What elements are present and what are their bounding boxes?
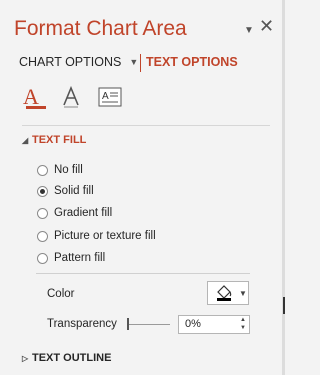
spin-down-icon[interactable]: ▼ bbox=[240, 325, 246, 332]
radio-label: Solid fill bbox=[54, 185, 94, 197]
divider bbox=[36, 273, 250, 274]
radio-pattern-fill[interactable]: Pattern fill bbox=[37, 250, 105, 266]
color-picker-button[interactable]: ▼ bbox=[207, 281, 249, 305]
svg-text:A: A bbox=[102, 91, 109, 102]
expand-triangle-icon: ▷ bbox=[22, 354, 29, 363]
format-chart-area-pane: Format Chart Area ▼ ✕ CHART OPTIONS ▼ TEX… bbox=[0, 0, 282, 375]
tab-chart-options-label: CHART OPTIONS bbox=[19, 55, 122, 69]
section-text-fill[interactable]: ◢ TEXT FILL bbox=[22, 134, 86, 146]
text-box-icon[interactable]: A bbox=[95, 83, 125, 111]
radio-button[interactable] bbox=[37, 207, 48, 219]
section-text-outline-label: TEXT OUTLINE bbox=[32, 352, 112, 364]
radio-button[interactable] bbox=[37, 230, 48, 242]
radio-picture-fill[interactable]: Picture or texture fill bbox=[37, 228, 156, 244]
section-text-outline[interactable]: ▷ TEXT OUTLINE bbox=[22, 352, 111, 364]
radio-gradient-fill[interactable]: Gradient fill bbox=[37, 205, 112, 221]
radio-button[interactable] bbox=[37, 164, 48, 176]
radio-solid-fill[interactable]: Solid fill bbox=[37, 183, 94, 199]
window-edge bbox=[282, 0, 285, 375]
text-fill-icon[interactable]: A bbox=[16, 83, 47, 111]
spin-up-icon[interactable]: ▲ bbox=[240, 317, 246, 324]
radio-button[interactable] bbox=[37, 185, 48, 197]
close-icon[interactable]: ✕ bbox=[259, 16, 274, 36]
transparency-value[interactable]: 0% bbox=[185, 318, 201, 330]
radio-label: Pattern fill bbox=[54, 252, 106, 264]
chevron-down-icon: ▼ bbox=[129, 57, 139, 67]
radio-label: No fill bbox=[54, 164, 83, 176]
radio-label: Gradient fill bbox=[54, 207, 113, 219]
transparency-slider[interactable] bbox=[128, 324, 170, 325]
resize-handle[interactable] bbox=[283, 297, 285, 314]
pane-options-icon[interactable]: ▼ bbox=[244, 25, 254, 36]
paint-bucket-icon bbox=[217, 285, 232, 301]
section-text-fill-label: TEXT FILL bbox=[32, 134, 87, 146]
chevron-down-icon: ▼ bbox=[239, 288, 247, 298]
collapse-triangle-icon: ◢ bbox=[22, 136, 29, 145]
tab-chart-options[interactable]: CHART OPTIONS ▼ bbox=[19, 55, 138, 69]
tab-divider bbox=[140, 54, 141, 72]
text-outline-icon[interactable] bbox=[58, 83, 84, 111]
transparency-spinner[interactable]: 0% ▲ ▼ bbox=[178, 315, 250, 334]
radio-no-fill[interactable]: No fill bbox=[37, 162, 83, 178]
pane-title: Format Chart Area bbox=[14, 17, 187, 40]
radio-label: Picture or texture fill bbox=[54, 230, 156, 242]
tab-text-options[interactable]: TEXT OPTIONS bbox=[146, 55, 238, 69]
slider-thumb[interactable] bbox=[127, 318, 129, 330]
color-label: Color bbox=[47, 288, 75, 300]
divider bbox=[22, 125, 270, 126]
radio-button[interactable] bbox=[37, 252, 48, 264]
transparency-label: Transparency bbox=[47, 318, 117, 330]
